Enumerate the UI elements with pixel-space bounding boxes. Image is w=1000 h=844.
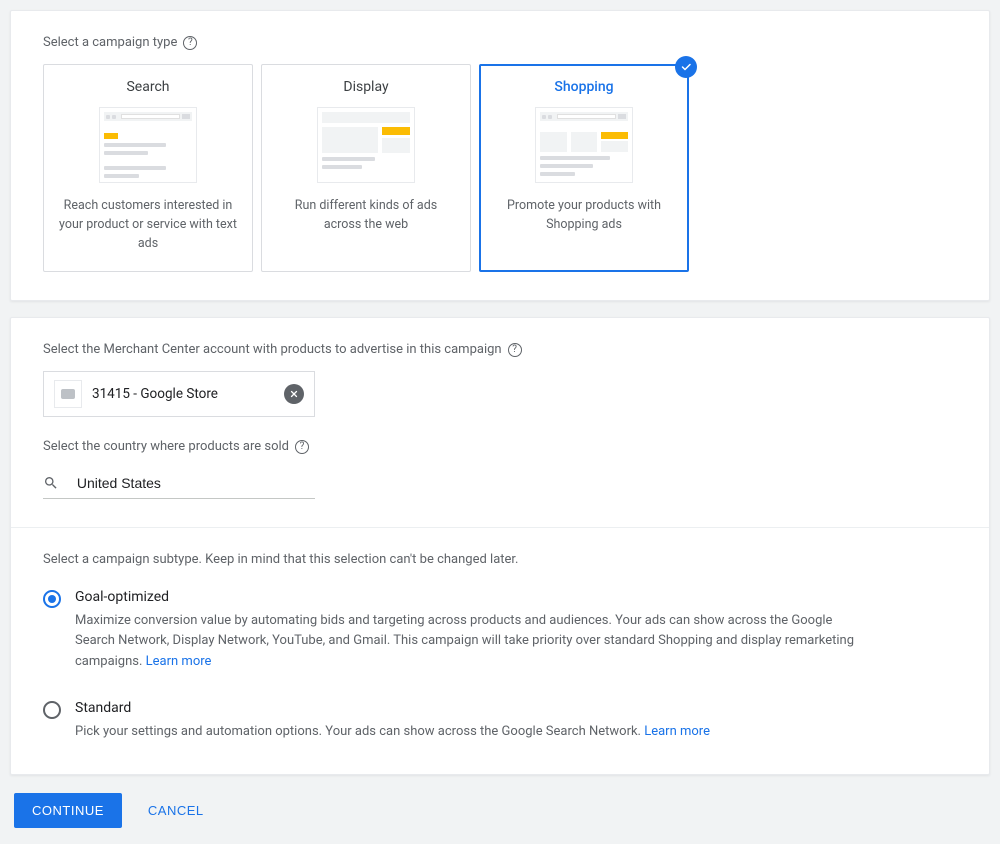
search-icon: [43, 474, 59, 492]
subtype-title: Standard: [75, 700, 710, 716]
card-title: Search: [54, 79, 242, 95]
subtype-label: Select a campaign subtype. Keep in mind …: [43, 552, 957, 567]
learn-more-link[interactable]: Learn more: [146, 654, 212, 669]
footer-button-row: CONTINUE CANCEL: [10, 791, 990, 834]
display-mock-icon: [317, 107, 415, 183]
campaign-details-panel: Select the Merchant Center account with …: [10, 317, 990, 775]
merchant-label-text: Select the Merchant Center account with …: [43, 342, 502, 357]
subtype-title: Goal-optimized: [75, 589, 855, 605]
card-title: Display: [272, 79, 460, 95]
help-icon[interactable]: ?: [295, 440, 309, 454]
help-icon[interactable]: ?: [508, 343, 522, 357]
subtype-desc: Maximize conversion value by automating …: [75, 611, 855, 671]
radio-unchecked-icon[interactable]: [43, 701, 61, 719]
card-desc: Reach customers interested in your produ…: [54, 197, 242, 253]
clear-icon[interactable]: [284, 384, 304, 404]
card-title: Shopping: [490, 79, 678, 95]
country-input[interactable]: [75, 474, 315, 492]
campaign-type-panel: Select a campaign type ? Search Reach cu…: [10, 10, 990, 301]
campaign-type-label: Select a campaign type ?: [43, 35, 957, 50]
merchant-account-value: 31415 - Google Store: [92, 386, 218, 402]
merchant-label: Select the Merchant Center account with …: [43, 342, 957, 357]
continue-button[interactable]: CONTINUE: [14, 793, 122, 828]
radio-checked-icon[interactable]: [43, 590, 61, 608]
campaign-type-cards: Search Reach customers interested in you…: [43, 64, 957, 272]
learn-more-link[interactable]: Learn more: [644, 724, 710, 739]
campaign-type-card-search[interactable]: Search Reach customers interested in you…: [43, 64, 253, 272]
subtype-option-standard[interactable]: Standard Pick your settings and automati…: [43, 700, 957, 742]
help-icon[interactable]: ?: [183, 36, 197, 50]
check-icon: [675, 56, 697, 78]
subtype-label-text: Select a campaign subtype. Keep in mind …: [43, 552, 518, 567]
merchant-account-chip[interactable]: 31415 - Google Store: [43, 371, 315, 417]
subtype-option-goal-optimized[interactable]: Goal-optimized Maximize conversion value…: [43, 589, 957, 671]
country-select-row[interactable]: [43, 468, 315, 499]
cancel-button[interactable]: CANCEL: [142, 802, 210, 819]
country-label: Select the country where products are so…: [43, 439, 957, 454]
campaign-type-label-text: Select a campaign type: [43, 35, 177, 50]
campaign-type-card-display[interactable]: Display Run different kinds of ads acros…: [261, 64, 471, 272]
card-desc: Run different kinds of ads across the we…: [272, 197, 460, 235]
search-mock-icon: [99, 107, 197, 183]
shopping-mock-icon: [535, 107, 633, 183]
country-label-text: Select the country where products are so…: [43, 439, 289, 454]
subtype-desc-text: Pick your settings and automation option…: [75, 724, 644, 739]
subtype-desc: Pick your settings and automation option…: [75, 722, 710, 742]
card-desc: Promote your products with Shopping ads: [490, 197, 678, 235]
merchant-center-icon: [54, 380, 82, 408]
campaign-type-card-shopping[interactable]: Shopping Promot: [479, 64, 689, 272]
